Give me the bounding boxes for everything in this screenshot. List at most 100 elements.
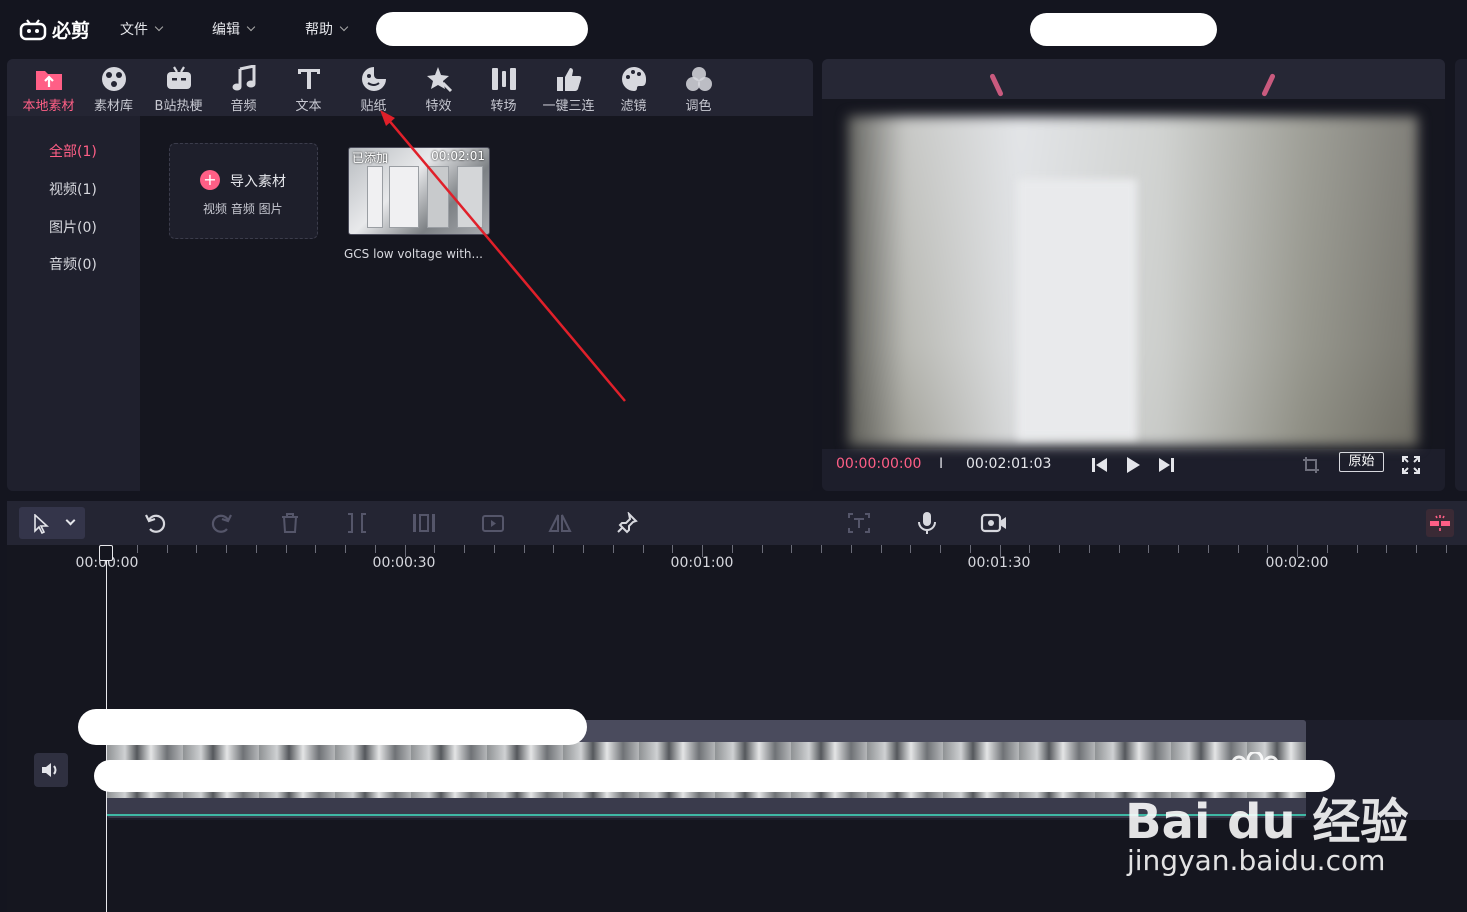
- timeline-toolbar: [7, 501, 1467, 545]
- record-voice-button[interactable]: [913, 509, 941, 537]
- reverse-button[interactable]: [479, 509, 507, 537]
- magnet-snap-button[interactable]: [1426, 509, 1454, 537]
- ruler-tick: [196, 545, 197, 553]
- freeze-frame-button[interactable]: [410, 509, 438, 537]
- ruler-label: 00:01:30: [967, 555, 1031, 571]
- undo-icon: [145, 514, 166, 533]
- ruler-tick: [583, 545, 584, 553]
- crop-icon: [1303, 457, 1319, 473]
- ruler-tick: [1386, 545, 1387, 553]
- ruler-tick: [613, 545, 614, 553]
- mirror-icon: [548, 514, 572, 532]
- play-icon: [1127, 457, 1140, 473]
- fullscreen-icon: [1402, 456, 1420, 474]
- ruler-tick: [702, 545, 703, 557]
- ruler-tick: [1000, 545, 1001, 557]
- crop-button[interactable]: [1301, 455, 1321, 475]
- fullscreen-button[interactable]: [1401, 455, 1421, 475]
- ruler-tick: [643, 545, 644, 553]
- split-button[interactable]: [343, 509, 371, 537]
- pin-button[interactable]: [613, 509, 641, 537]
- redaction-blob: [78, 709, 587, 745]
- ruler-tick: [1208, 545, 1209, 553]
- ruler-tick: [464, 545, 465, 553]
- video-camera-icon: [980, 513, 1006, 533]
- ruler-label: 00:01:00: [670, 555, 734, 571]
- ruler-tick: [851, 545, 852, 553]
- ruler-tick: [1238, 545, 1239, 553]
- ruler-label: 00:00:30: [372, 555, 436, 571]
- timeline-ruler[interactable]: 00:00:00 00:00:30 00:01:00 00:01:30 00:0…: [7, 545, 1467, 581]
- redo-button[interactable]: [208, 509, 236, 537]
- skip-next-icon: [1159, 458, 1174, 472]
- ruler-tick: [732, 545, 733, 553]
- select-tool-dropdown[interactable]: [19, 507, 85, 539]
- ruler-tick: [1327, 545, 1328, 553]
- chevron-down-icon: [65, 515, 76, 526]
- speaker-icon: [42, 763, 57, 777]
- ruler-tick: [1297, 545, 1298, 557]
- ruler-tick: [524, 545, 525, 553]
- ruler-label: 00:02:00: [1265, 555, 1329, 571]
- ruler-tick: [1178, 545, 1179, 553]
- redo-icon: [211, 514, 232, 533]
- ruler-tick: [762, 545, 763, 553]
- snap-split-icon: [1430, 515, 1450, 531]
- ruler-tick: [940, 545, 941, 553]
- undo-button[interactable]: [141, 509, 169, 537]
- ruler-tick: [137, 545, 138, 553]
- ruler-tick: [286, 545, 287, 553]
- ruler-tick: [494, 545, 495, 553]
- ruler-tick: [167, 545, 168, 553]
- ruler-tick: [1446, 545, 1447, 553]
- aspect-original-button[interactable]: 原始: [1339, 452, 1384, 472]
- camera-record-button[interactable]: [980, 509, 1008, 537]
- skip-previous-icon: [1092, 458, 1107, 472]
- ruler-tick: [345, 545, 346, 553]
- ruler-tick: [1029, 545, 1030, 553]
- ruler-tick: [405, 545, 406, 557]
- ruler-tick: [256, 545, 257, 553]
- ruler-tick: [970, 545, 971, 553]
- ruler-tick: [553, 545, 554, 553]
- skip-previous-button[interactable]: [1090, 455, 1110, 475]
- ruler-tick: [821, 545, 822, 553]
- ruler-tick: [910, 545, 911, 553]
- ruler-tick: [1357, 545, 1358, 553]
- microphone-icon: [918, 512, 936, 534]
- reverse-icon: [482, 515, 504, 532]
- freeze-frame-icon: [413, 514, 435, 532]
- total-time: 00:02:01:03: [966, 456, 1052, 472]
- ruler-tick: [1267, 545, 1268, 553]
- time-separator: I: [939, 456, 944, 472]
- ruler-tick: [315, 545, 316, 553]
- trash-icon: [282, 513, 298, 533]
- caption-text-icon: [848, 513, 870, 533]
- ruler-tick: [881, 545, 882, 553]
- ruler-tick: [791, 545, 792, 553]
- ruler-tick: [1148, 545, 1149, 553]
- split-icon: [348, 513, 366, 533]
- ruler-tick: [375, 545, 376, 553]
- pin-icon: [617, 512, 638, 534]
- preview-header: [822, 59, 1445, 99]
- preview-video-content: [1017, 179, 1137, 439]
- cursor-arrow-icon: [34, 514, 49, 534]
- ruler-tick: [1059, 545, 1060, 553]
- watermark-url: jingyan.baidu.com: [1127, 844, 1386, 877]
- delete-button[interactable]: [276, 509, 304, 537]
- playhead-handle[interactable]: [99, 545, 113, 561]
- baidu-watermark: Bai du 经验 jingyan.baidu.com: [1125, 752, 1455, 882]
- side-panel-edge: [1455, 59, 1467, 491]
- ruler-tick: [226, 545, 227, 553]
- ruler-tick: [1119, 545, 1120, 553]
- skip-next-button[interactable]: [1156, 455, 1176, 475]
- track-mute-button[interactable]: [34, 753, 68, 787]
- auto-caption-button[interactable]: [845, 509, 873, 537]
- ruler-tick: [434, 545, 435, 553]
- preview-panel: 00:00:00:00 I 00:02:01:03 原始: [822, 59, 1445, 491]
- ruler-tick: [672, 545, 673, 553]
- play-button[interactable]: [1123, 455, 1143, 475]
- mirror-button[interactable]: [546, 509, 574, 537]
- ruler-tick: [1089, 545, 1090, 553]
